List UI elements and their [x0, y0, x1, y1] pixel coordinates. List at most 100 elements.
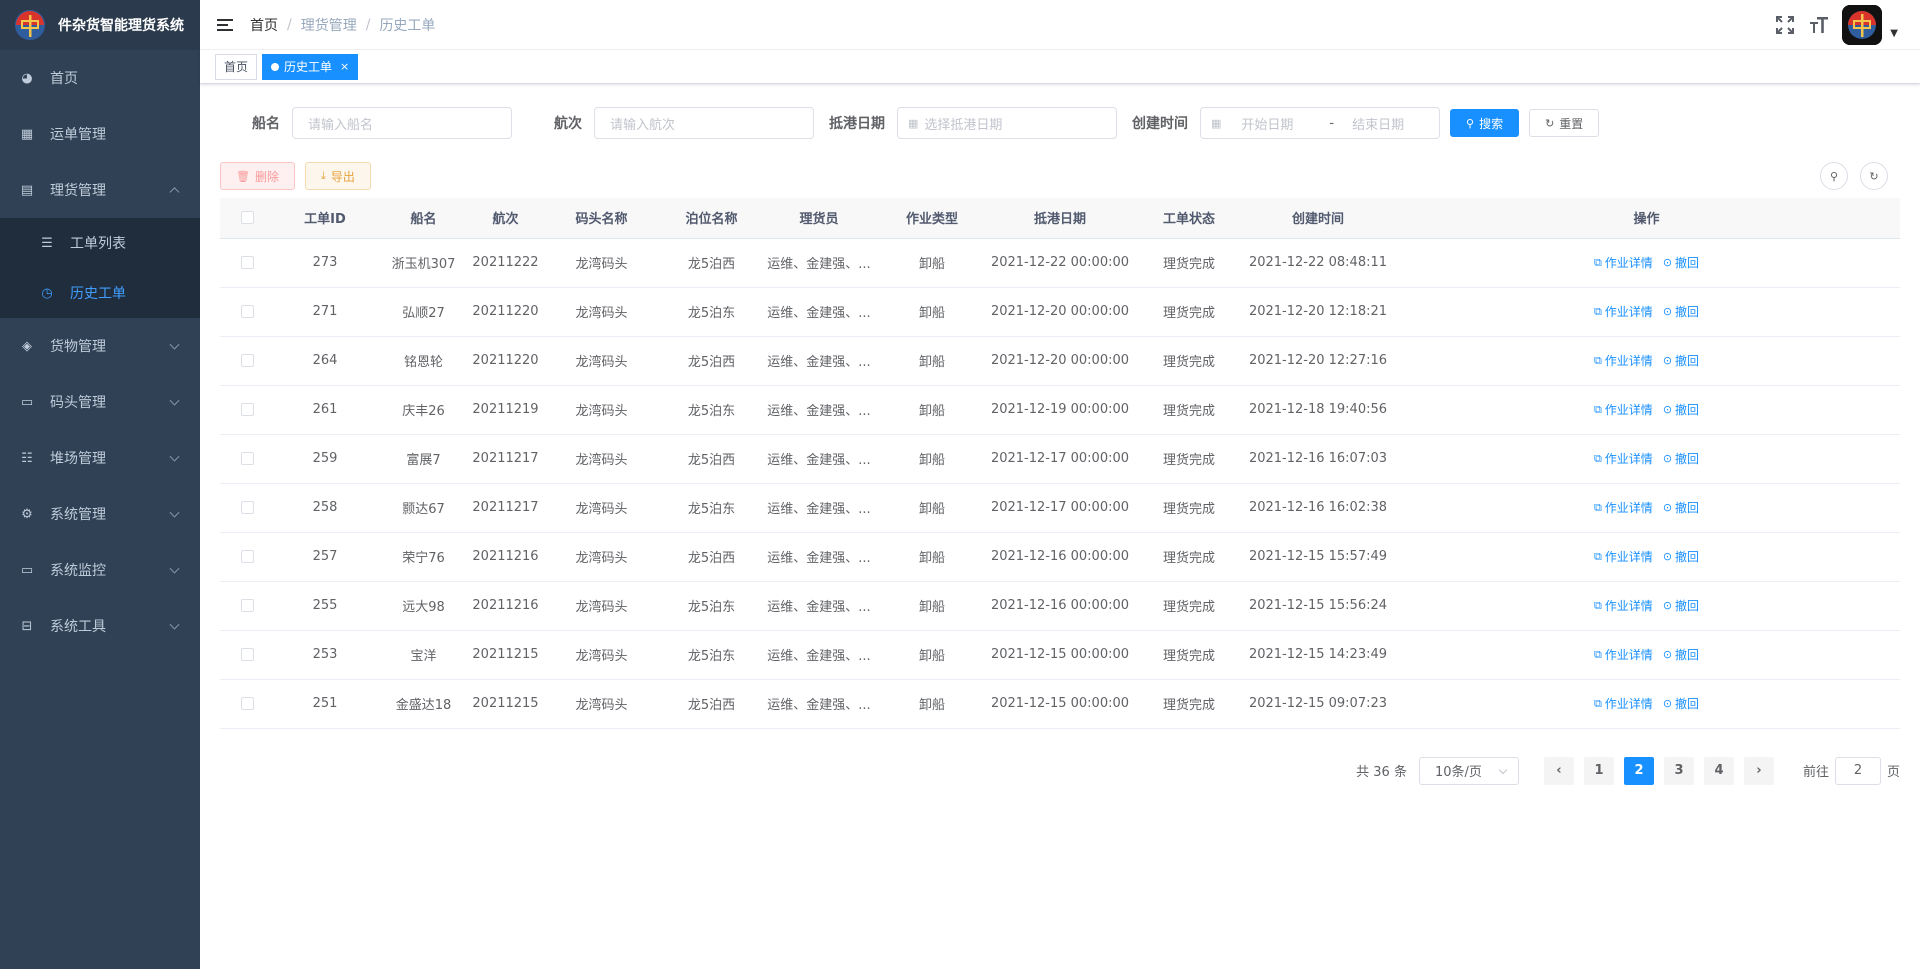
- detail-link[interactable]: ⧉ 作业详情: [1594, 695, 1653, 712]
- sidebar-item-label: 首页: [50, 71, 78, 87]
- voyage-input[interactable]: 请输入航次: [594, 107, 814, 139]
- revoke-link[interactable]: ⊙ 撤回: [1663, 352, 1699, 369]
- font-size-icon[interactable]: [1802, 0, 1836, 50]
- revoke-link[interactable]: ⊙ 撤回: [1663, 548, 1699, 565]
- copy-document-icon: ⧉: [1593, 598, 1602, 612]
- detail-link[interactable]: ⧉ 作业详情: [1594, 401, 1653, 418]
- cell-wharf: 龙湾码头: [539, 630, 664, 680]
- delete-button[interactable]: 🗑 删除: [220, 162, 295, 190]
- row-checkbox[interactable]: [241, 550, 254, 563]
- column-header: 码头名称: [539, 198, 664, 239]
- close-icon[interactable]: ×: [340, 55, 349, 79]
- table-row: 259 富展7 20211217 龙湾码头 龙5泊西 运维、金建强、... 卸船 2021-1…: [220, 434, 1900, 484]
- sidebar-item-5[interactable]: ☷ 堆场管理: [0, 430, 200, 486]
- page-number-button[interactable]: 3: [1663, 756, 1694, 785]
- created-date-range[interactable]: ▦ 开始日期 - 结束日期: [1200, 107, 1440, 139]
- breadcrumb-separator: /: [365, 16, 371, 33]
- arrival-date-picker[interactable]: ▦ 选择抵港日期: [897, 107, 1117, 139]
- goto-page-input[interactable]: 2: [1834, 756, 1881, 785]
- revoke-link[interactable]: ⊙ 撤回: [1663, 254, 1699, 271]
- page-number-button[interactable]: 1: [1583, 756, 1614, 785]
- export-button[interactable]: ⤓ 导出: [304, 162, 371, 190]
- revoke-link[interactable]: ⊙ 撤回: [1663, 597, 1699, 614]
- sidebar-item-4[interactable]: ▭ 码头管理: [0, 374, 200, 430]
- next-page-button[interactable]: ›: [1743, 756, 1774, 785]
- app-title: 件杂货智能理货系统: [58, 18, 184, 34]
- refresh-table-button[interactable]: ↻: [1860, 162, 1888, 190]
- breadcrumb-item[interactable]: 理货管理: [301, 15, 357, 35]
- cell-type: 卸船: [879, 532, 985, 582]
- breadcrumb-item[interactable]: 首页: [250, 15, 278, 35]
- avatar[interactable]: [1842, 5, 1883, 45]
- chevron-down-icon: [169, 507, 180, 518]
- cell-clerk: 运维、金建强、...: [759, 679, 879, 729]
- row-checkbox[interactable]: [241, 697, 254, 710]
- app-logo-icon: [14, 9, 46, 41]
- monitor-icon: ▭: [20, 394, 34, 410]
- row-checkbox[interactable]: [241, 403, 254, 416]
- revoke-link[interactable]: ⊙ 撤回: [1663, 695, 1699, 712]
- ship-input[interactable]: 请输入船名: [292, 107, 512, 139]
- detail-link[interactable]: ⧉ 作业详情: [1594, 303, 1653, 320]
- row-checkbox[interactable]: [241, 452, 254, 465]
- select-all-checkbox[interactable]: [241, 211, 254, 225]
- caret-down-icon[interactable]: ▼: [1890, 28, 1898, 39]
- reset-button[interactable]: ↻ 重置: [1529, 109, 1600, 137]
- detail-link[interactable]: ⧉ 作业详情: [1594, 352, 1653, 369]
- page-number-button[interactable]: 2: [1623, 756, 1654, 785]
- cell-wharf: 龙湾码头: [539, 679, 664, 729]
- created-time-label: 创建时间: [1132, 116, 1188, 132]
- row-select-cell: [220, 483, 275, 533]
- tag-0[interactable]: 首页: [215, 53, 258, 80]
- detail-link[interactable]: ⧉ 作业详情: [1594, 597, 1653, 614]
- toggle-search-button[interactable]: ⚲: [1820, 162, 1848, 190]
- row-checkbox[interactable]: [241, 305, 254, 318]
- detail-link[interactable]: ⧉ 作业详情: [1594, 548, 1653, 565]
- detail-link[interactable]: ⧉ 作业详情: [1594, 254, 1653, 271]
- revoke-link[interactable]: ⊙ 撤回: [1663, 303, 1699, 320]
- voyage-label: 航次: [554, 116, 582, 132]
- detail-link[interactable]: ⧉ 作业详情: [1594, 646, 1653, 663]
- sidebar-item-1[interactable]: ▦ 运单管理: [0, 106, 200, 162]
- page-size-select[interactable]: 10条/页: [1418, 756, 1519, 785]
- revoke-circle-icon: ⊙: [1662, 647, 1673, 661]
- cell-clerk: 运维、金建强、...: [759, 532, 879, 582]
- app-logo-area[interactable]: 件杂货智能理货系统: [0, 0, 200, 50]
- revoke-link[interactable]: ⊙ 撤回: [1663, 499, 1699, 516]
- search-button[interactable]: ⚲ 搜索: [1450, 109, 1520, 137]
- sidebar-item-7[interactable]: ▭ 系统监控: [0, 542, 200, 598]
- prev-page-button[interactable]: ‹: [1543, 756, 1574, 785]
- row-checkbox[interactable]: [241, 648, 254, 661]
- cell-created: 2021-12-15 15:57:49: [1243, 532, 1393, 582]
- sidebar-item-2[interactable]: ▤ 理货管理: [0, 162, 200, 218]
- fullscreen-icon[interactable]: [1768, 0, 1802, 50]
- tag-1[interactable]: 历史工单 ×: [262, 53, 359, 80]
- arrival-date-placeholder: 选择抵港日期: [924, 117, 1003, 133]
- submenu-item-0[interactable]: ☰ 工单列表: [0, 218, 200, 268]
- cell-berth: 龙5泊西: [664, 336, 759, 386]
- row-checkbox[interactable]: [241, 354, 254, 367]
- row-checkbox[interactable]: [241, 599, 254, 612]
- sidebar-item-8[interactable]: ⊟ 系统工具: [0, 598, 200, 654]
- sidebar-item-6[interactable]: ⚙ 系统管理: [0, 486, 200, 542]
- table-header-row: 工单ID 船名 航次 码头名称 泊位名称 理货员 作业类型 抵港日期 工单状态 创建时间 操作: [220, 198, 1900, 239]
- cell-arrival: 2021-12-17 00:00:00: [985, 483, 1135, 533]
- sidebar-item-0[interactable]: ◕ 首页: [0, 50, 200, 106]
- hamburger-button[interactable]: [200, 0, 250, 50]
- calendar-icon: ▦: [908, 116, 919, 130]
- page-number-button[interactable]: 4: [1703, 756, 1734, 785]
- sidebar-item-3[interactable]: ◈ 货物管理: [0, 318, 200, 374]
- revoke-link[interactable]: ⊙ 撤回: [1663, 401, 1699, 418]
- row-checkbox[interactable]: [241, 256, 254, 269]
- revoke-link-label: 撤回: [1675, 255, 1700, 270]
- revoke-link[interactable]: ⊙ 撤回: [1663, 450, 1699, 467]
- copy-document-icon: ⧉: [1593, 353, 1602, 367]
- table-row: 258 颢达67 20211217 龙湾码头 龙5泊东 运维、金建强、... 卸船 2021-…: [220, 483, 1900, 533]
- cell-actions: ⧉ 作业详情 ⊙ 撤回: [1393, 238, 1900, 288]
- revoke-link[interactable]: ⊙ 撤回: [1663, 646, 1699, 663]
- detail-link[interactable]: ⧉ 作业详情: [1594, 499, 1653, 516]
- copy-document-icon: ⧉: [1593, 696, 1602, 710]
- submenu-item-1[interactable]: ◷ 历史工单: [0, 268, 200, 318]
- detail-link[interactable]: ⧉ 作业详情: [1594, 450, 1653, 467]
- row-checkbox[interactable]: [241, 501, 254, 514]
